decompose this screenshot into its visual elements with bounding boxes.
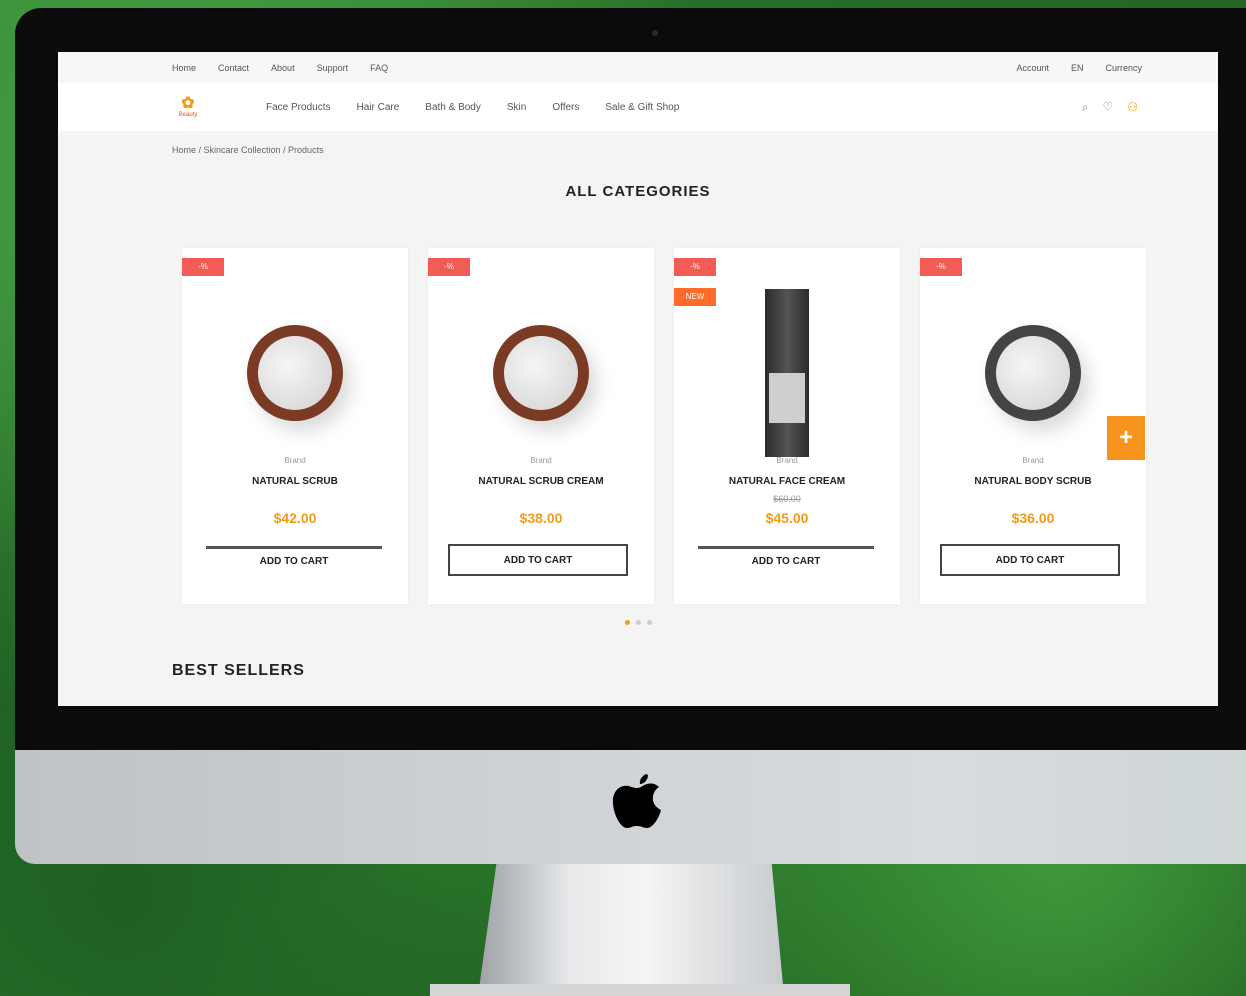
product-image[interactable]: [674, 288, 900, 458]
language-select[interactable]: EN: [1071, 63, 1084, 73]
add-to-cart-button[interactable]: ADD TO CART: [206, 546, 382, 574]
apple-logo-icon: [612, 774, 661, 828]
nav-icons: ⌕ ♡ ⚇: [1082, 100, 1138, 115]
product-price: $42.00: [273, 510, 317, 526]
carousel-dot[interactable]: [635, 620, 641, 625]
product-name[interactable]: NATURAL FACE CREAM: [674, 476, 900, 487]
add-to-cart-button[interactable]: ADD TO CART: [698, 546, 874, 574]
monitor-stand: [478, 864, 784, 996]
product-image[interactable]: [428, 288, 654, 458]
nav-menu: Face Products Hair Care Bath & Body Skin…: [266, 102, 1082, 113]
product-name[interactable]: NATURAL SCRUB CREAM: [428, 476, 654, 487]
logo-icon: ✿: [181, 95, 195, 112]
discount-badge: -%: [920, 258, 962, 276]
discount-badge: -%: [182, 258, 224, 276]
product-price: $36.00: [1011, 510, 1055, 526]
camera-icon: [652, 30, 658, 36]
carousel-dot[interactable]: [646, 620, 652, 625]
heart-icon[interactable]: ♡: [1102, 100, 1113, 114]
website-screen: Home Contact About Support FAQ Account E…: [58, 52, 1218, 706]
product-price: $38.00: [519, 510, 563, 526]
main-nav: ✿ Beauty Face Products Hair Care Bath & …: [58, 83, 1218, 131]
top-bar: Home Contact About Support FAQ Account E…: [58, 52, 1218, 83]
top-link[interactable]: Contact: [218, 63, 249, 73]
product-price: $45.00: [765, 510, 809, 526]
product-name[interactable]: NATURAL SCRUB: [182, 476, 408, 487]
nav-item[interactable]: Bath & Body: [425, 102, 481, 113]
product-image[interactable]: [182, 288, 408, 458]
old-price: $60.00: [773, 494, 801, 504]
add-to-cart-button[interactable]: ADD TO CART: [940, 544, 1120, 576]
search-icon[interactable]: ⌕: [1082, 100, 1089, 115]
account-link[interactable]: Account: [1016, 63, 1049, 73]
monitor-chin: [15, 750, 1246, 864]
nav-item[interactable]: Hair Care: [356, 102, 399, 113]
carousel-dot[interactable]: [624, 620, 630, 625]
product-brand: Brand: [776, 456, 798, 465]
monitor-base: [430, 984, 850, 996]
nav-item[interactable]: Sale & Gift Shop: [605, 102, 679, 113]
logo-text: Beauty: [178, 112, 198, 118]
add-to-cart-button[interactable]: ADD TO CART: [448, 544, 628, 576]
section-title: BEST SELLERS: [172, 662, 305, 679]
breadcrumb[interactable]: Home / Skincare Collection / Products: [58, 131, 1218, 165]
carousel-next-button[interactable]: +: [1107, 416, 1145, 460]
product-carousel: -% Brand NATURAL SCRUB $42.00 ADD TO CAR…: [182, 248, 1146, 604]
top-link[interactable]: Home: [172, 63, 196, 73]
product-card[interactable]: -% Brand NATURAL SCRUB $42.00 ADD TO CAR…: [182, 248, 408, 604]
site-logo[interactable]: ✿ Beauty: [170, 90, 206, 124]
nav-item[interactable]: Offers: [552, 102, 579, 113]
user-icon[interactable]: ⚇: [1127, 100, 1138, 114]
top-link[interactable]: About: [271, 63, 295, 73]
section-title: ALL CATEGORIES: [565, 183, 711, 200]
product-card[interactable]: -% Brand NATURAL SCRUB CREAM $38.00 ADD …: [428, 248, 654, 604]
currency-select[interactable]: Currency: [1105, 63, 1142, 73]
nav-item[interactable]: Face Products: [266, 102, 330, 113]
discount-badge: -%: [428, 258, 470, 276]
carousel-dots: [58, 620, 1218, 625]
product-brand: Brand: [530, 456, 552, 465]
top-link[interactable]: Support: [317, 63, 349, 73]
nav-item[interactable]: Skin: [507, 102, 526, 113]
product-name[interactable]: NATURAL BODY SCRUB: [920, 476, 1146, 487]
top-link[interactable]: FAQ: [370, 63, 388, 73]
product-brand: Brand: [284, 456, 306, 465]
discount-badge: -%: [674, 258, 716, 276]
product-card[interactable]: -% NEW Brand NATURAL FACE CREAM $60.00 $…: [674, 248, 900, 604]
